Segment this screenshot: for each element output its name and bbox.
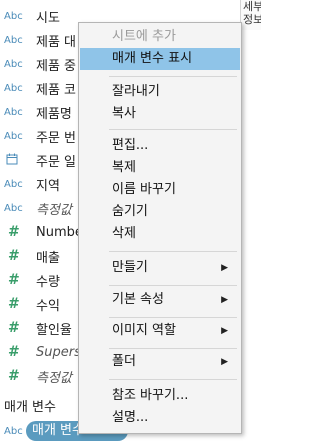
measure-type-icon: # [8,320,20,336]
menu-item-delete[interactable]: 삭제 [80,223,240,245]
string-type-icon: Abc [4,106,23,118]
field-label: 매출 [36,250,60,266]
measure-type-icon: # [8,248,20,264]
submenu-arrow-icon: ▶ [221,326,228,336]
field-label: 제품 대 [36,34,77,50]
menu-item-default-properties[interactable]: 기본 속성 ▶ [80,289,240,311]
menu-item-edit[interactable]: 편집... [80,135,240,157]
string-type-icon: Abc [4,178,23,190]
field-label: 제품명 [36,106,72,122]
submenu-arrow-icon: ▶ [221,263,228,273]
details-header: 세부 정보 [240,0,261,30]
menu-item-cut[interactable]: 잘라내기 [80,81,240,103]
string-type-icon: Abc [4,82,23,94]
string-type-icon: Abc [4,58,23,70]
menu-item-describe[interactable]: 설명... [80,407,240,429]
menu-separator [109,285,237,286]
menu-item-label: 기본 속성 [112,292,164,307]
menu-item-label: 폴더 [112,354,136,369]
field-label: 제품 중 [36,58,77,74]
parameters-section-label: 매개 변수 [4,400,56,415]
menu-separator [109,348,237,349]
field-label: 제품 코 [36,82,77,98]
menu-separator [109,379,237,380]
measure-type-icon: # [8,368,20,384]
menu-item-create[interactable]: 만들기 ▶ [80,257,240,279]
measure-type-icon: # [8,224,20,240]
menu-item-duplicate[interactable]: 복제 [80,157,240,179]
menu-item-show-parameter[interactable]: 매개 변수 표시 [80,48,240,70]
submenu-arrow-icon: ▶ [221,357,228,367]
menu-item-rename[interactable]: 이름 바꾸기 [80,179,240,201]
submenu-arrow-icon: ▶ [221,295,228,305]
field-label: 수익 [36,298,60,314]
string-type-icon: Abc [4,10,23,22]
menu-separator [109,129,237,130]
calendar-icon [4,153,30,168]
menu-separator [109,251,237,252]
measure-type-icon: # [8,296,20,312]
field-label: 주문 번 [36,130,77,146]
field-label: 시도 [36,10,60,26]
field-label: 주문 일 [36,154,77,170]
menu-separator [109,317,237,318]
context-menu: 시트에 추가 매개 변수 표시 잘라내기 복사 편집... 복제 이름 바꾸기 … [78,22,242,434]
menu-item-copy[interactable]: 복사 [80,103,240,125]
field-label: 측정값 [36,370,72,386]
menu-item-add-to-sheet[interactable]: 시트에 추가 [80,26,240,48]
measure-type-icon: # [8,344,20,360]
menu-item-folder[interactable]: 폴더 ▶ [80,351,240,373]
menu-item-hide[interactable]: 숨기기 [80,201,240,223]
string-type-icon: Abc [4,202,23,214]
field-label: 측정값 [36,202,72,218]
menu-item-label: 이미지 역할 [112,323,176,338]
string-type-icon: Abc [4,34,23,46]
menu-item-image-role[interactable]: 이미지 역할 ▶ [80,320,240,342]
menu-item-replace-references[interactable]: 참조 바꾸기... [80,385,240,407]
field-label: 지역 [36,178,60,194]
menu-separator [109,76,237,77]
measure-type-icon: # [8,272,20,288]
field-label: 수량 [36,274,60,290]
string-type-icon: Abc [4,130,23,142]
menu-item-label: 만들기 [112,260,148,275]
field-label: 할인율 [36,322,72,338]
